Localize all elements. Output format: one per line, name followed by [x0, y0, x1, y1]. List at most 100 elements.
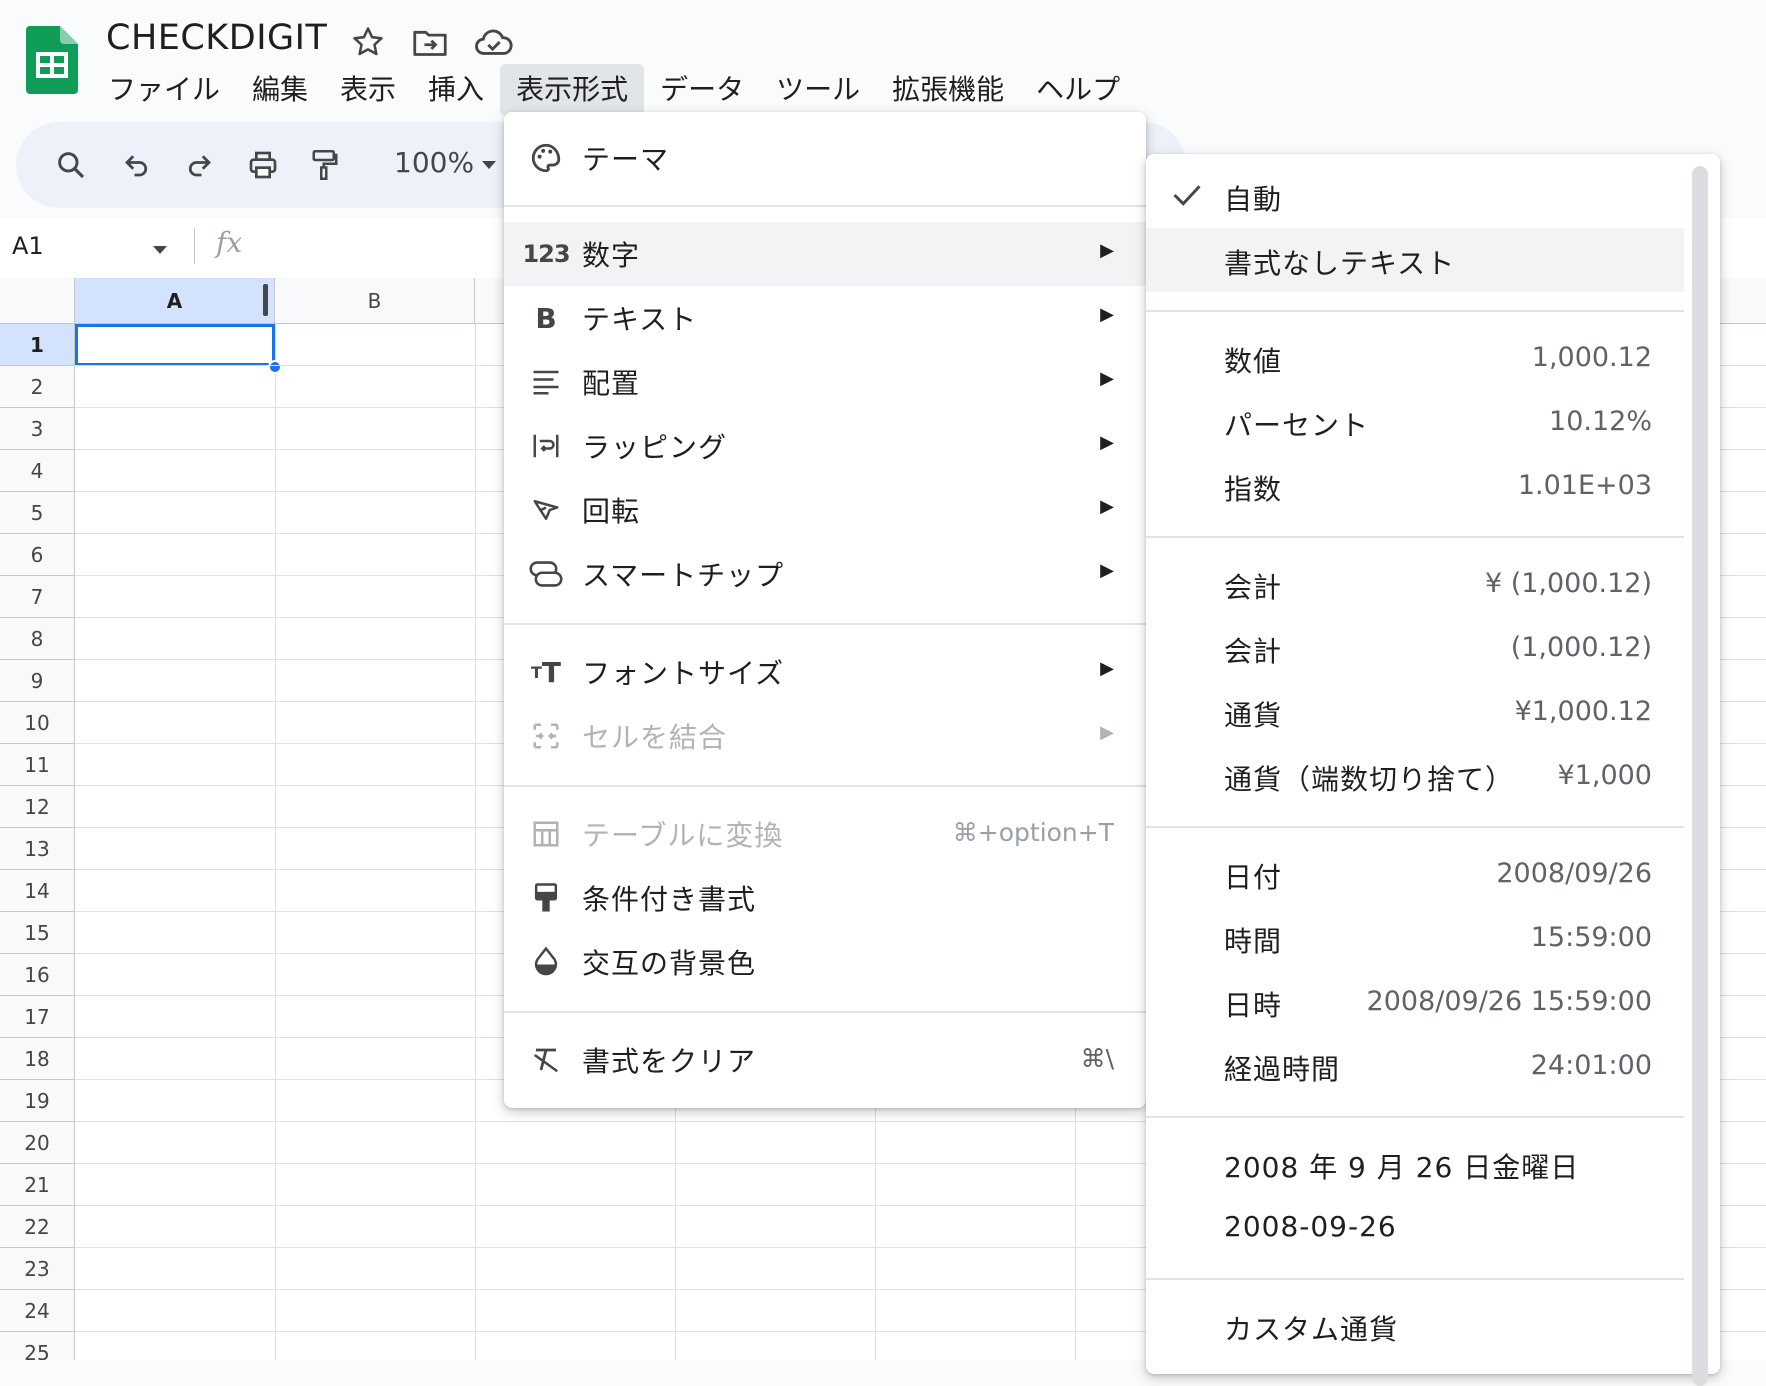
name-box[interactable]: A1	[12, 232, 44, 260]
menu-item-wrapping[interactable]: ラッピング ▶	[504, 414, 1146, 478]
number-item-plain-text[interactable]: 書式なしテキスト	[1146, 228, 1684, 292]
select-all-corner[interactable]	[0, 278, 75, 324]
number-item-date[interactable]: 日付 2008/09/26	[1146, 842, 1684, 906]
row-header[interactable]: 22	[0, 1206, 75, 1248]
number-item-accounting[interactable]: 会計 ¥ (1,000.12)	[1146, 552, 1684, 616]
menu-item-convert-to-table[interactable]: テーブルに変換 ⌘+option+T	[504, 802, 1146, 866]
row-header[interactable]: 9	[0, 660, 75, 702]
paint-format-icon[interactable]	[302, 142, 348, 188]
menu-item-alternating-colors[interactable]: 交互の背景色	[504, 930, 1146, 994]
number-item-number[interactable]: 数値 1,000.12	[1146, 326, 1684, 390]
row-header[interactable]: 14	[0, 870, 75, 912]
menu-item-rotation[interactable]: 回転 ▶	[504, 478, 1146, 542]
menu-insert[interactable]: 挿入	[412, 64, 500, 116]
row-header[interactable]: 7	[0, 576, 75, 618]
number-item-scientific[interactable]: 指数 1.01E+03	[1146, 454, 1684, 518]
menu-item-label: 配置	[582, 367, 641, 400]
row-header[interactable]: 19	[0, 1080, 75, 1122]
number-item-financial[interactable]: 会計 (1,000.12)	[1146, 616, 1684, 680]
menu-item-smart-chips[interactable]: スマートチップ ▶	[504, 542, 1146, 606]
number-item-duration[interactable]: 経過時間 24:01:00	[1146, 1034, 1684, 1098]
menu-item-conditional-formatting[interactable]: 条件付き書式	[504, 866, 1146, 930]
menu-view[interactable]: 表示	[324, 64, 412, 116]
wrap-icon	[526, 428, 566, 464]
row-header[interactable]: 4	[0, 450, 75, 492]
number-item-currency-rounded[interactable]: 通貨（端数切り捨て） ¥1,000	[1146, 744, 1684, 808]
row-header[interactable]: 15	[0, 912, 75, 954]
move-folder-icon[interactable]	[410, 22, 450, 62]
menu-tools[interactable]: ツール	[760, 64, 876, 116]
menu-data[interactable]: データ	[644, 64, 760, 116]
menu-edit[interactable]: 編集	[236, 64, 324, 116]
redo-icon[interactable]	[176, 142, 222, 188]
row-header[interactable]: 16	[0, 954, 75, 996]
cloud-saved-icon[interactable]	[474, 22, 514, 62]
row-header[interactable]: 17	[0, 996, 75, 1038]
search-icon[interactable]	[48, 142, 94, 188]
number-item-time[interactable]: 時間 15:59:00	[1146, 906, 1684, 970]
fx-icon: fx	[216, 226, 243, 259]
row-header[interactable]: 25	[0, 1332, 75, 1360]
document-title[interactable]: CHECKDIGIT	[106, 18, 327, 58]
menu-item-alignment[interactable]: 配置 ▶	[504, 350, 1146, 414]
column-resize-handle[interactable]	[263, 284, 268, 316]
row-header[interactable]: 20	[0, 1122, 75, 1164]
menu-item-label: 時間	[1224, 925, 1283, 958]
row-header[interactable]: 18	[0, 1038, 75, 1080]
row-header[interactable]: 2	[0, 366, 75, 408]
menu-separator	[504, 205, 1146, 207]
menu-bar: ファイル 編集 表示 挿入 表示形式 データ ツール 拡張機能 ヘルプ	[92, 64, 1136, 116]
print-icon[interactable]	[240, 142, 286, 188]
menu-item-label: 日付	[1224, 861, 1283, 894]
name-box-dropdown-icon[interactable]	[152, 240, 168, 259]
menu-item-text[interactable]: B テキスト ▶	[504, 286, 1146, 350]
menu-item-merge-cells[interactable]: セルを結合 ▶	[504, 704, 1146, 768]
row-header[interactable]: 8	[0, 618, 75, 660]
menu-item-number[interactable]: 123 数字 ▶	[504, 222, 1146, 286]
shortcut-label: ⌘+option+T	[952, 818, 1114, 847]
zoom-select[interactable]: 100%	[394, 146, 474, 179]
row-header[interactable]: 13	[0, 828, 75, 870]
number-item-custom-currency[interactable]: カスタム通貨	[1146, 1294, 1684, 1358]
row-header[interactable]: 23	[0, 1248, 75, 1290]
row-header[interactable]: 6	[0, 534, 75, 576]
undo-icon[interactable]	[114, 142, 160, 188]
menu-extensions[interactable]: 拡張機能	[876, 64, 1020, 116]
number-item-date-time[interactable]: 日時 2008/09/26 15:59:00	[1146, 970, 1684, 1034]
menu-format[interactable]: 表示形式	[500, 64, 645, 116]
number-item-iso-date[interactable]: 2008-09-26	[1146, 1196, 1684, 1260]
column-header-b[interactable]: B	[275, 278, 475, 324]
selected-cell-a1[interactable]	[75, 324, 275, 366]
menu-item-label: 数字	[582, 239, 641, 272]
row-header[interactable]: 3	[0, 408, 75, 450]
menu-separator	[1146, 1278, 1684, 1280]
scrollbar[interactable]	[1692, 166, 1708, 1386]
row-header[interactable]: 1	[0, 324, 75, 366]
format-example: (1,000.12)	[1510, 632, 1652, 663]
submenu-arrow-icon: ▶	[1100, 496, 1114, 517]
row-header[interactable]: 11	[0, 744, 75, 786]
row-header[interactable]: 21	[0, 1164, 75, 1206]
menu-item-label: 日時	[1224, 989, 1283, 1022]
number-item-percent[interactable]: パーセント 10.12%	[1146, 390, 1684, 454]
menu-item-font-size[interactable]: TT フォントサイズ ▶	[504, 640, 1146, 704]
menu-help[interactable]: ヘルプ	[1020, 64, 1136, 116]
row-header[interactable]: 10	[0, 702, 75, 744]
row-header[interactable]: 12	[0, 786, 75, 828]
number-item-automatic[interactable]: 自動	[1146, 164, 1684, 228]
star-icon[interactable]	[348, 22, 388, 62]
row-header[interactable]: 24	[0, 1290, 75, 1332]
number-format-submenu: 自動 書式なしテキスト 数値 1,000.12 パーセント 10.12% 指数 …	[1146, 154, 1720, 1386]
column-header-a[interactable]: A	[75, 278, 275, 324]
format-example: ¥1,000.12	[1514, 696, 1652, 727]
menu-item-theme[interactable]: テーマ	[504, 126, 1146, 190]
row-header[interactable]: 5	[0, 492, 75, 534]
number-item-currency[interactable]: 通貨 ¥1,000.12	[1146, 680, 1684, 744]
menu-file[interactable]: ファイル	[92, 64, 236, 116]
chevron-down-icon[interactable]	[474, 142, 504, 188]
menu-separator	[1146, 536, 1684, 538]
sheets-logo-icon[interactable]	[26, 26, 78, 94]
menu-item-clear-formatting[interactable]: 書式をクリア ⌘\	[504, 1028, 1146, 1092]
number-item-long-date[interactable]: 2008 年 9 月 26 日金曜日	[1146, 1132, 1684, 1196]
fill-handle[interactable]	[268, 360, 282, 374]
